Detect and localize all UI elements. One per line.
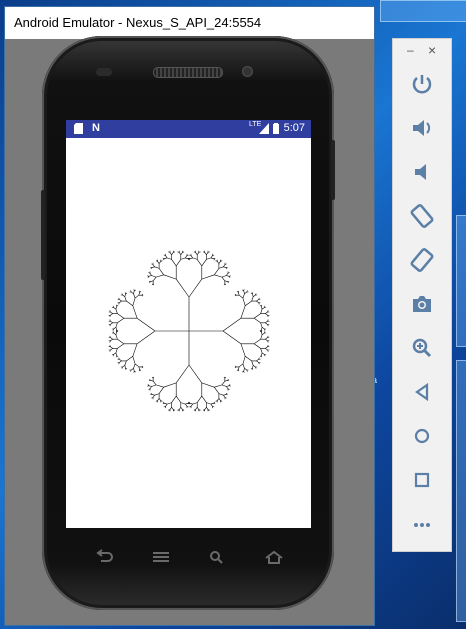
menu-nav-icon[interactable]: [150, 548, 172, 566]
notification-n-icon: N: [92, 122, 100, 134]
close-button[interactable]: ×: [428, 42, 436, 58]
rotate-right-icon[interactable]: [407, 245, 437, 275]
volume-up-icon[interactable]: [407, 113, 437, 143]
desktop-window-tile: [456, 215, 466, 347]
more-icon[interactable]: [407, 509, 437, 539]
device-screen[interactable]: N LTE 5:07: [66, 120, 311, 528]
status-bar: N LTE 5:07: [66, 120, 311, 138]
home-icon[interactable]: [407, 421, 437, 451]
back-icon[interactable]: [407, 377, 437, 407]
zoom-icon[interactable]: [407, 333, 437, 363]
sd-card-icon: [74, 123, 83, 137]
search-nav-icon[interactable]: [206, 548, 228, 566]
desktop-window-tile: [456, 360, 466, 622]
signal-icon: [259, 123, 269, 137]
back-nav-icon[interactable]: [93, 548, 115, 566]
fractal-tree-image: [108, 250, 270, 412]
overview-icon[interactable]: [407, 465, 437, 495]
title-bar[interactable]: Android Emulator - Nexus_S_API_24:5554: [5, 7, 374, 39]
phone-side-button: [331, 140, 335, 200]
minimize-button[interactable]: –: [407, 43, 414, 57]
power-icon[interactable]: [407, 69, 437, 99]
earpiece-speaker: [153, 67, 223, 78]
phone-side-button: [41, 190, 45, 280]
status-time: 5:07: [283, 122, 305, 134]
volume-down-icon[interactable]: [407, 157, 437, 187]
battery-icon: [273, 123, 279, 137]
fractal-branches: [108, 250, 270, 412]
camera-icon[interactable]: [407, 289, 437, 319]
proximity-sensor: [96, 68, 112, 76]
rotate-left-icon[interactable]: [407, 201, 437, 231]
desktop-window-tile: [380, 0, 466, 22]
front-camera: [242, 66, 253, 77]
emulator-toolbar: – ×: [392, 38, 452, 552]
window-title: Android Emulator - Nexus_S_API_24:5554: [14, 15, 262, 30]
home-nav-icon[interactable]: [263, 548, 285, 566]
